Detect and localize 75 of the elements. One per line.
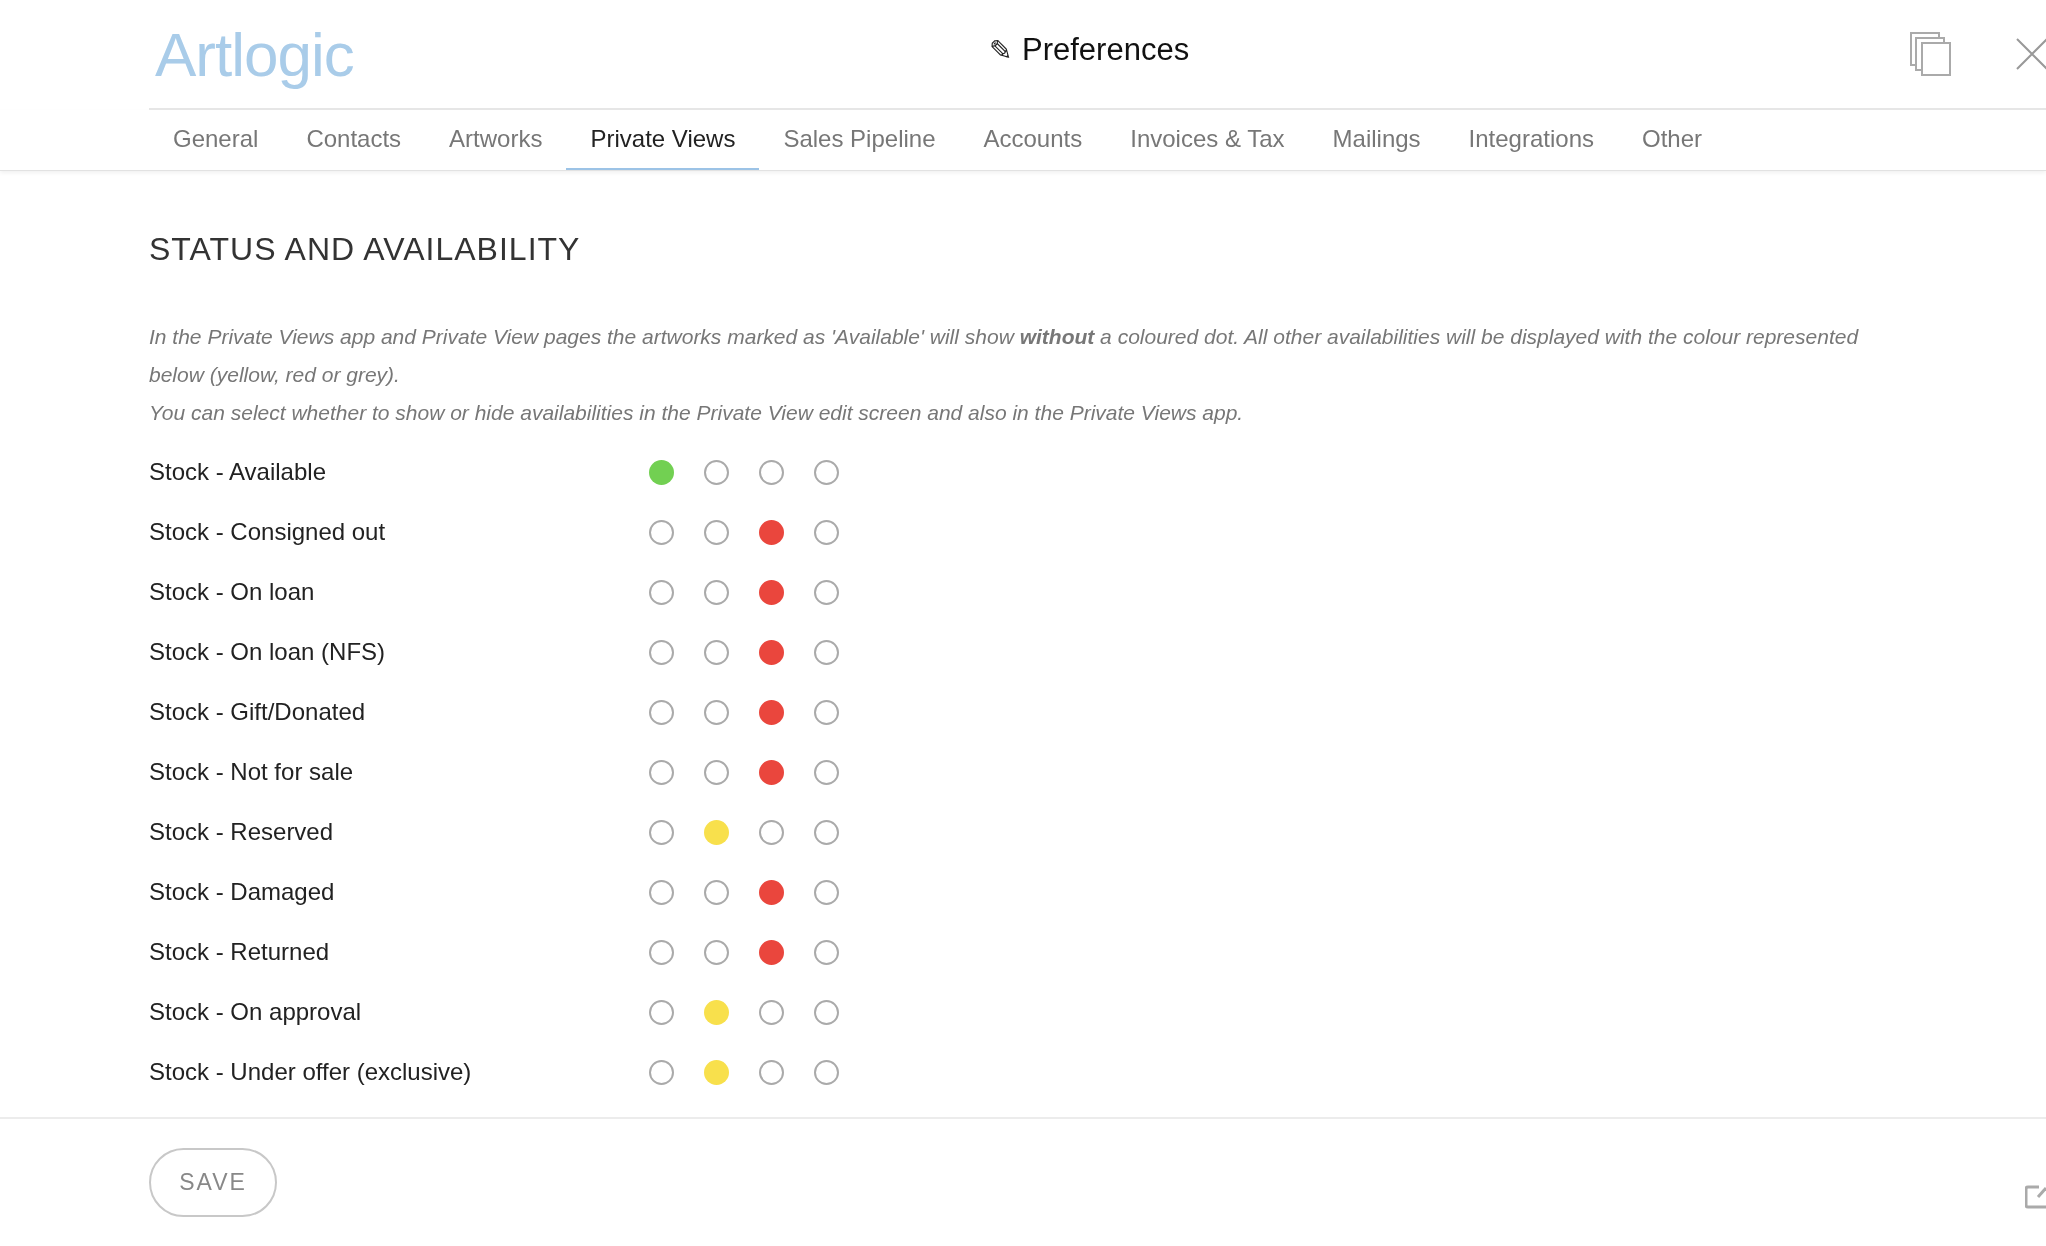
radio-button[interactable] — [704, 579, 729, 605]
selected-radio[interactable] — [704, 1059, 729, 1085]
selected-radio[interactable] — [704, 819, 729, 845]
availability-label: Stock - On loan (NFS) — [149, 638, 387, 666]
pencil-icon: ✎ — [989, 33, 1012, 67]
radio-button[interactable] — [814, 459, 839, 485]
radio-button[interactable] — [759, 999, 784, 1025]
radio-button[interactable] — [704, 459, 729, 485]
radio-button[interactable] — [814, 939, 839, 965]
edit-icon[interactable] — [2025, 1183, 2046, 1209]
radio-button[interactable] — [814, 999, 839, 1025]
availability-label: Stock - Under offer (exclusive) — [149, 1058, 473, 1086]
window-title: Preferences — [1022, 32, 1190, 68]
radio-button[interactable] — [814, 639, 839, 665]
radio-button[interactable] — [649, 759, 674, 785]
radio-button[interactable] — [649, 579, 674, 605]
radio-button[interactable] — [649, 699, 674, 725]
radio-button[interactable] — [704, 519, 729, 545]
selected-radio[interactable] — [759, 519, 784, 545]
radio-button[interactable] — [814, 759, 839, 785]
selected-radio[interactable] — [704, 999, 729, 1025]
logo: Artlogic — [155, 18, 354, 90]
availability-label: Stock - On loan — [149, 578, 316, 606]
copy-icon[interactable] — [1910, 32, 1952, 76]
tab[interactable]: Accounts — [959, 110, 1107, 170]
radio-button[interactable] — [814, 879, 839, 905]
tab[interactable]: General — [149, 110, 283, 170]
radio-button[interactable] — [814, 819, 839, 845]
radio-button[interactable] — [759, 459, 784, 485]
tab[interactable]: Integrations — [1444, 110, 1618, 170]
selected-radio[interactable] — [759, 639, 784, 665]
selected-radio[interactable] — [649, 459, 674, 485]
tab[interactable]: Private Views — [566, 110, 760, 170]
tab[interactable]: Other — [1618, 110, 1727, 170]
radio-button[interactable] — [759, 819, 784, 845]
radio-button[interactable] — [649, 819, 674, 845]
selected-radio[interactable] — [759, 939, 784, 965]
tab[interactable]: Contacts — [282, 110, 426, 170]
section-heading: STATUS AND AVAILABILITY — [149, 231, 582, 268]
radio-button[interactable] — [814, 519, 839, 545]
radio-button[interactable] — [704, 759, 729, 785]
availability-label: Stock - Not for sale — [149, 758, 355, 786]
radio-button[interactable] — [704, 939, 729, 965]
radio-button[interactable] — [759, 1059, 784, 1085]
description-text: You can select whether to show or hide availabilities in the Private View edit screen and also in the Private Views app. — [149, 400, 1245, 426]
selected-radio[interactable] — [759, 879, 784, 905]
availability-label: Stock - On approval — [149, 998, 363, 1026]
availability-label: Stock - Consigned out — [149, 518, 387, 546]
radio-button[interactable] — [649, 939, 674, 965]
radio-button[interactable] — [814, 699, 839, 725]
selected-radio[interactable] — [759, 699, 784, 725]
radio-button[interactable] — [649, 1059, 674, 1085]
radio-button[interactable] — [649, 519, 674, 545]
tab[interactable]: Artworks — [425, 110, 567, 170]
radio-button[interactable] — [649, 879, 674, 905]
radio-button[interactable] — [704, 879, 729, 905]
radio-button[interactable] — [704, 639, 729, 665]
tab[interactable]: Invoices & Tax — [1106, 110, 1309, 170]
availability-label: Stock - Gift/Donated — [149, 698, 367, 726]
close-icon[interactable] — [2015, 37, 2046, 71]
radio-button[interactable] — [814, 1059, 839, 1085]
selected-radio[interactable] — [759, 759, 784, 785]
availability-label: Stock - Damaged — [149, 878, 336, 906]
tab[interactable]: Mailings — [1308, 110, 1445, 170]
radio-button[interactable] — [814, 579, 839, 605]
selected-radio[interactable] — [759, 579, 784, 605]
save-button[interactable]: SAVE — [149, 1148, 277, 1217]
radio-button[interactable] — [649, 999, 674, 1025]
tab[interactable]: Sales Pipeline — [759, 110, 960, 170]
availability-label: Stock - Returned — [149, 938, 331, 966]
availability-label: Stock - Available — [149, 458, 327, 486]
description-text: In the Private Views app and Private View pages the artworks marked as 'Available' will show without a coloured dot. All other availabilities will be displayed with the colour represented below (yellow, red or grey). — [149, 324, 1860, 388]
radio-button[interactable] — [704, 699, 729, 725]
availability-label: Stock - Reserved — [149, 818, 335, 846]
radio-button[interactable] — [649, 639, 674, 665]
